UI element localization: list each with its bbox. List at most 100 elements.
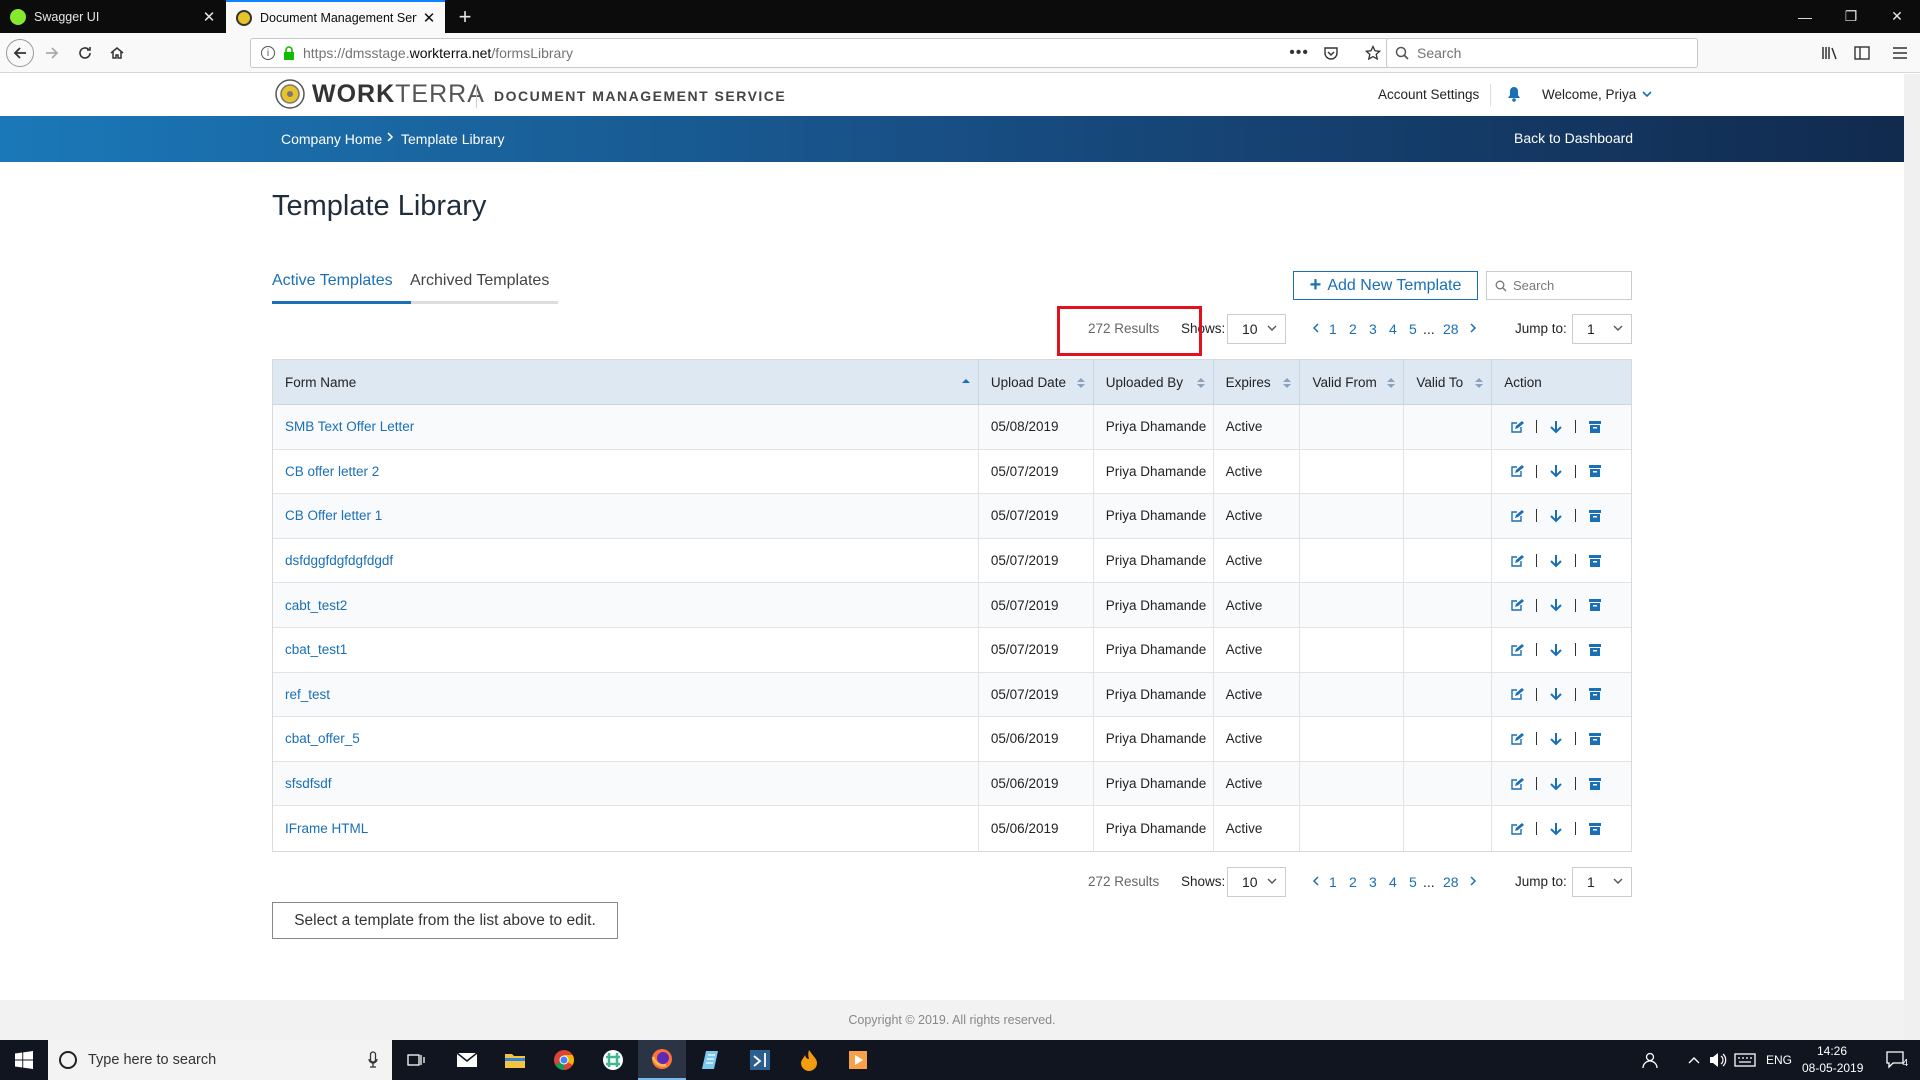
browser-tab-dms[interactable]: Document Management Servic ✕ (226, 0, 445, 33)
visual-studio-icon[interactable] (736, 1040, 784, 1080)
new-tab-plus-icon[interactable]: + (452, 4, 478, 30)
action-center-icon[interactable]: 4 (1872, 1040, 1920, 1080)
clock-time[interactable]: 14:26 (1817, 1044, 1847, 1058)
info-icon[interactable]: i (261, 46, 275, 60)
form-name-link[interactable]: CB offer letter 2 (273, 449, 979, 494)
chrome-icon[interactable] (540, 1040, 588, 1080)
browser-search-input[interactable]: Search (1386, 38, 1698, 68)
form-name-link[interactable]: sfsdfsdf (273, 761, 979, 806)
archive-icon[interactable] (1586, 462, 1604, 480)
edit-icon[interactable] (1508, 418, 1526, 436)
table-row[interactable]: ref_test 05/07/2019 Priya Dhamande Active (273, 672, 1631, 718)
edit-icon[interactable] (1508, 462, 1526, 480)
bookmark-star-icon[interactable] (1365, 45, 1381, 61)
page-link[interactable]: 2 (1349, 874, 1357, 890)
notification-bell-icon[interactable] (1507, 86, 1521, 102)
download-icon[interactable] (1547, 641, 1565, 659)
people-icon[interactable] (1632, 1040, 1668, 1080)
window-close-icon[interactable]: ✕ (1874, 0, 1920, 33)
page-link[interactable]: 2 (1349, 321, 1357, 337)
last-page-link[interactable]: 28 (1443, 321, 1459, 337)
firebase-flame-icon[interactable] (785, 1040, 833, 1080)
page-link[interactable]: 1 (1329, 874, 1337, 890)
archive-icon[interactable] (1586, 730, 1604, 748)
column-header-valid-from[interactable]: Valid From (1300, 360, 1405, 405)
edit-icon[interactable] (1508, 730, 1526, 748)
form-name-link[interactable]: ref_test (273, 672, 979, 717)
page-link[interactable]: 1 (1329, 321, 1337, 337)
tray-chevron-up-icon[interactable] (1682, 1040, 1706, 1080)
jump-to-select[interactable]: 1 (1572, 867, 1632, 897)
forward-arrow-icon[interactable] (38, 39, 66, 67)
archive-icon[interactable] (1586, 775, 1604, 793)
edit-icon[interactable] (1508, 507, 1526, 525)
form-name-link[interactable]: cbat_test1 (273, 627, 979, 672)
archive-icon[interactable] (1586, 507, 1604, 525)
form-name-link[interactable]: SMB Text Offer Letter (273, 405, 979, 449)
page-link[interactable]: 5 (1409, 874, 1417, 890)
breadcrumb-company-home[interactable]: Company Home (281, 131, 382, 147)
pocket-icon[interactable] (1323, 45, 1339, 61)
table-row[interactable]: cbat_test1 05/07/2019 Priya Dhamande Active (273, 627, 1631, 673)
tab-active-templates[interactable]: Active Templates (272, 272, 393, 290)
archive-icon[interactable] (1586, 641, 1604, 659)
select-template-to-edit-button[interactable]: Select a template from the list above to… (272, 902, 618, 939)
sidebar-icon[interactable] (1848, 39, 1876, 67)
user-menu[interactable]: Welcome, Priya (1542, 87, 1652, 102)
form-name-link[interactable]: cbat_offer_5 (273, 717, 979, 761)
file-explorer-icon[interactable] (491, 1040, 539, 1080)
task-view-icon[interactable] (392, 1040, 440, 1080)
restore-icon[interactable]: ❐ (1828, 0, 1874, 33)
account-settings-link[interactable]: Account Settings (1378, 87, 1479, 102)
archive-icon[interactable] (1586, 552, 1604, 570)
slack-icon[interactable] (589, 1040, 637, 1080)
close-icon[interactable]: ✕ (417, 6, 441, 30)
page-scrollbar[interactable] (1904, 74, 1920, 1040)
page-size-select[interactable]: 10 (1227, 867, 1286, 897)
language-indicator[interactable]: ENG (1766, 1053, 1792, 1067)
table-row[interactable]: CB offer letter 2 05/07/2019 Priya Dhamand… (273, 449, 1631, 495)
table-row[interactable]: SMB Text Offer Letter 05/08/2019 Priya Dha… (273, 405, 1631, 450)
add-new-template-button[interactable]: + Add New Template (1293, 271, 1478, 300)
volume-icon[interactable] (1706, 1040, 1730, 1080)
download-icon[interactable] (1547, 775, 1565, 793)
minimize-icon[interactable]: — (1782, 0, 1828, 33)
page-link[interactable]: 4 (1389, 321, 1397, 337)
keyboard-icon[interactable] (1730, 1040, 1760, 1080)
next-page-chevron-icon[interactable] (1469, 874, 1477, 888)
back-arrow-icon[interactable] (6, 39, 34, 67)
windows-start-icon[interactable] (0, 1040, 48, 1080)
table-row[interactable]: IFrame HTML 05/06/2019 Priya Dhamande Activ… (273, 806, 1631, 851)
notepad-icon[interactable] (687, 1040, 735, 1080)
page-link[interactable]: 5 (1409, 321, 1417, 337)
download-icon[interactable] (1547, 462, 1565, 480)
media-player-icon[interactable] (834, 1040, 882, 1080)
archive-icon[interactable] (1586, 820, 1604, 838)
url-text[interactable]: https://dmsstage.workterra.net/formsLibr… (303, 45, 573, 61)
page-link[interactable]: 4 (1389, 874, 1397, 890)
page-actions-icon[interactable]: ••• (1289, 44, 1309, 62)
archive-icon[interactable] (1586, 596, 1604, 614)
edit-icon[interactable] (1508, 641, 1526, 659)
form-name-link[interactable]: dsfdggfdgfdgfdgdf (273, 538, 979, 583)
mail-icon[interactable] (443, 1040, 491, 1080)
download-icon[interactable] (1547, 507, 1565, 525)
home-icon[interactable] (103, 39, 131, 67)
table-row[interactable]: cabt_test2 05/07/2019 Priya Dhamande Active (273, 583, 1631, 628)
page-link[interactable]: 3 (1369, 321, 1377, 337)
back-to-dashboard-link[interactable]: Back to Dashboard (1514, 130, 1633, 146)
microphone-icon[interactable] (368, 1051, 378, 1069)
taskbar-search-input[interactable]: Type here to search (48, 1040, 392, 1080)
next-page-chevron-icon[interactable] (1469, 321, 1477, 335)
edit-icon[interactable] (1508, 552, 1526, 570)
download-icon[interactable] (1547, 730, 1565, 748)
firefox-icon[interactable] (638, 1040, 686, 1080)
column-header-expires[interactable]: Expires (1214, 360, 1301, 405)
column-header-uploaded-by[interactable]: Uploaded By (1094, 360, 1214, 405)
download-icon[interactable] (1547, 596, 1565, 614)
page-link[interactable]: 3 (1369, 874, 1377, 890)
column-header-valid-to[interactable]: Valid To (1404, 360, 1493, 405)
prev-page-chevron-icon[interactable] (1312, 321, 1320, 335)
prev-page-chevron-icon[interactable] (1312, 874, 1320, 888)
library-icon[interactable] (1816, 39, 1844, 67)
